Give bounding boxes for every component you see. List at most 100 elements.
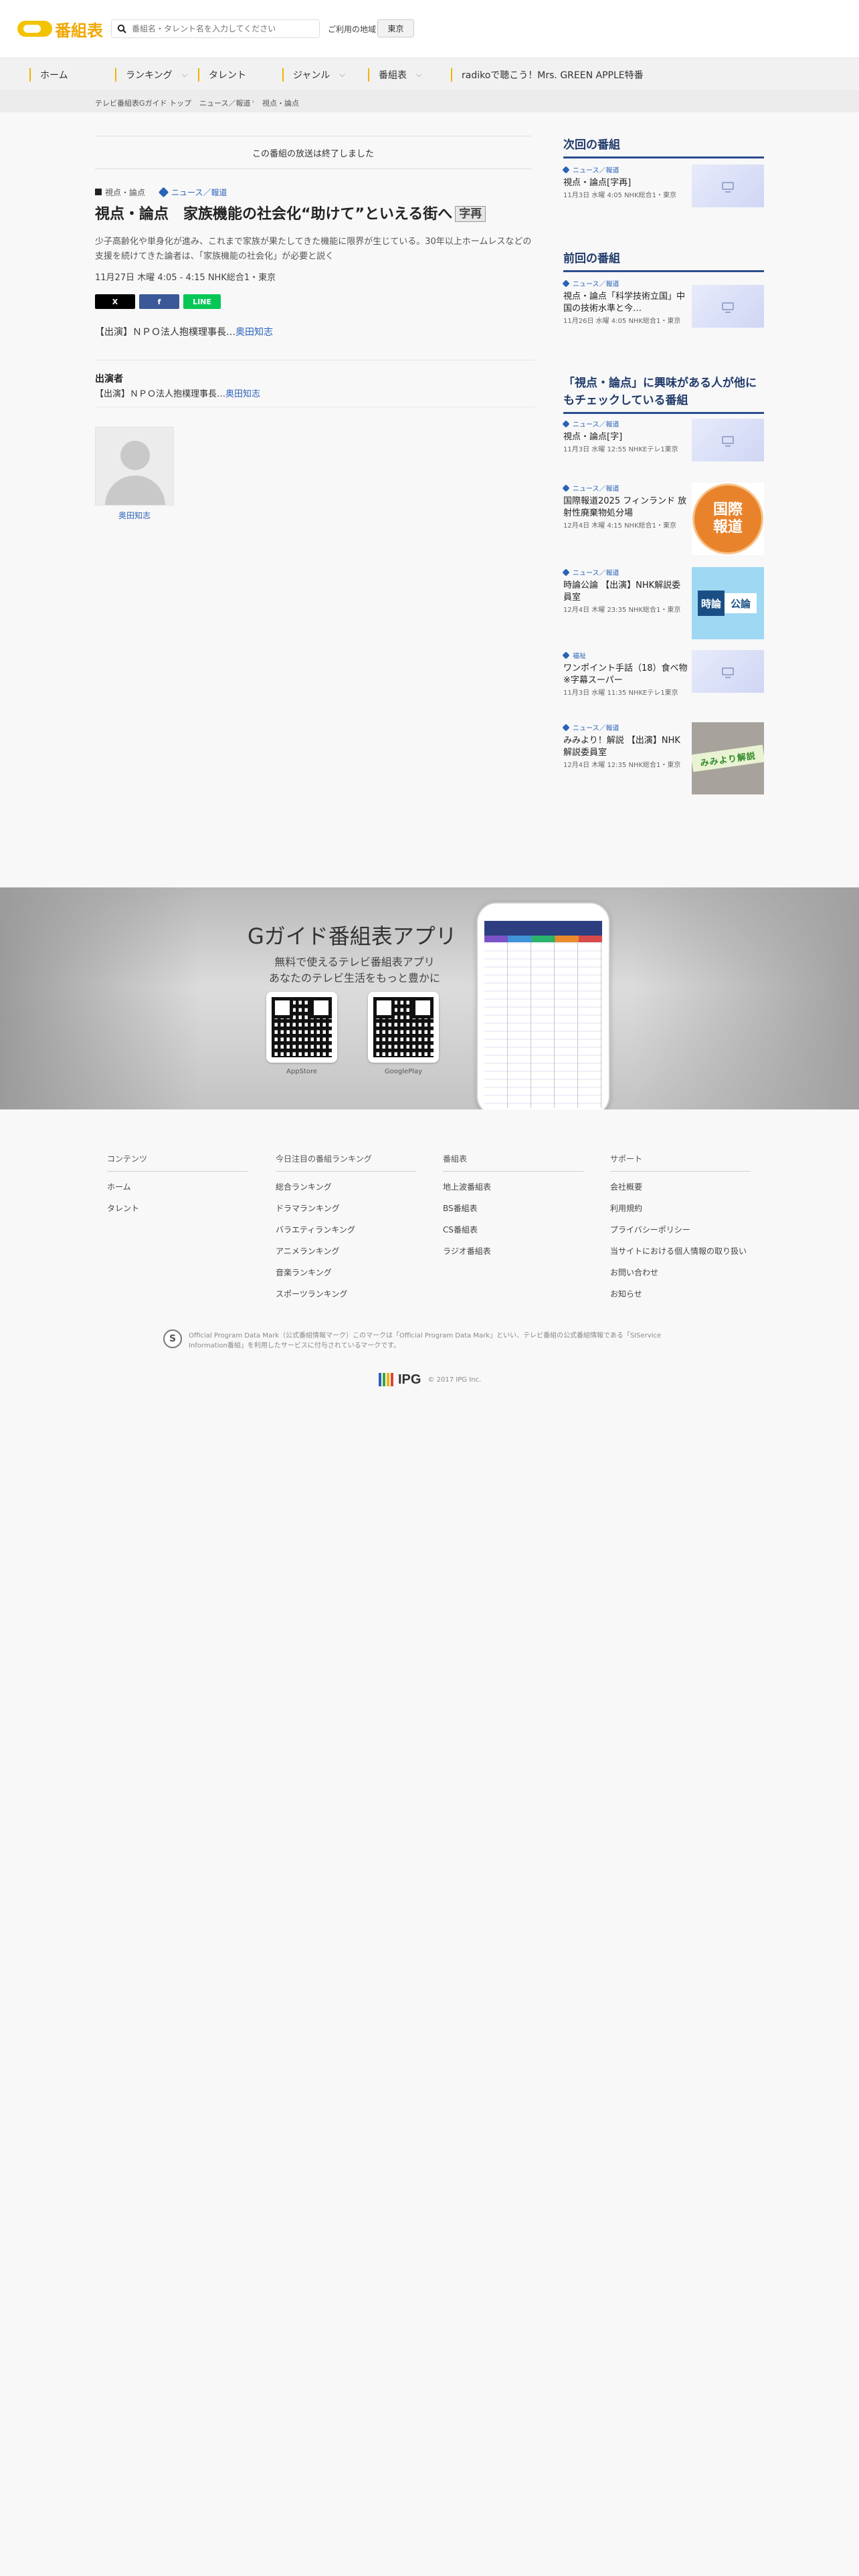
tag-icon [158, 187, 169, 197]
logo-line: 国際 [712, 502, 743, 518]
footer-link[interactable]: 地上波番組表 [443, 1182, 583, 1193]
banner-background [0, 887, 201, 1109]
nav-item-radiko[interactable]: radikoで聴こう！Mrs. GREEN APPLE特番 [451, 68, 644, 82]
related-program-card[interactable]: ニュース／報道 みみより！解説 【出演】NHK解説委員室 12月4日 木曜 12… [562, 722, 764, 794]
card-title: 視点・論点[字] [563, 432, 623, 442]
related-programs-heading: 「視点・論点」に興味がある人が他にもチェックしている番組 [563, 374, 764, 414]
site-header: 番組表 ご利用の地域 東京 [0, 0, 859, 58]
talent-card[interactable]: 奥田知志 [95, 427, 174, 521]
share-facebook-button[interactable]: f [139, 294, 179, 309]
share-line-button[interactable]: LINE [183, 294, 221, 309]
nav-item-ranking[interactable]: ランキング ⌵ [115, 68, 187, 82]
program-thumbnail [692, 650, 764, 693]
genre-label: ニュース／報道 [573, 421, 619, 429]
avatar-head-icon [120, 441, 150, 470]
genre-label: 福祉 [573, 653, 586, 660]
tag-icon [562, 279, 570, 288]
card-title: 視点・論点[字再] [563, 178, 632, 188]
footer-column-ranking: 今日注目の番組ランキング 総合ランキング ドラマランキング バラエティランキング… [276, 1153, 416, 1300]
broadcast-ended-notice: この番組の放送は終了しました [95, 136, 531, 169]
card-meta: 12月4日 木曜 23:35 NHK総合1・東京 [563, 607, 681, 614]
search-input[interactable] [132, 24, 306, 33]
app-promo-subtitle: 無料で使えるテレビ番組表アプリ あなたのテレビ生活をもっと豊かに [269, 954, 440, 986]
footer-column-contents: コンテンツ ホーム タレント [107, 1153, 248, 1214]
footer-link[interactable]: お知らせ [610, 1289, 751, 1300]
footer-heading: 番組表 [443, 1153, 583, 1172]
series-link[interactable]: 視点・論点 [105, 187, 145, 198]
tag-icon [562, 419, 570, 428]
g-logo-icon [17, 21, 52, 37]
footer-link[interactable]: スポーツランキング [276, 1289, 416, 1300]
cast-name-link[interactable]: 奥田知志 [235, 327, 273, 338]
nav-item-genre[interactable]: ジャンル ⌵ [282, 68, 345, 82]
footer-link[interactable]: 音楽ランキング [276, 1267, 416, 1279]
prev-program-card[interactable]: ニュース／報道 視点・論点「科学技術立国」中国の技術水準と今… 11月26日 水… [562, 278, 764, 328]
tv-icon [722, 302, 734, 313]
app-promo-banner: Gガイド番組表アプリ 無料で使えるテレビ番組表アプリ あなたのテレビ生活をもっと豊… [0, 887, 859, 1109]
search-box[interactable] [111, 19, 320, 38]
qr-label: AppStore [286, 1068, 317, 1075]
next-program-heading: 次回の番組 [563, 136, 764, 158]
program-tags: 視点・論点 ニュース／報道 [95, 185, 227, 199]
googleplay-qr-code[interactable] [368, 992, 439, 1063]
page-title: 視点・論点 家族機能の社会化“助けて”といえる街へ 字再 [95, 204, 537, 225]
appstore-qr-code[interactable] [266, 992, 337, 1063]
cast-summary: 【出演】ＮＰＯ法人抱樸理事長…奥田知志 [95, 325, 273, 338]
footer-link[interactable]: プライバシーポリシー [610, 1224, 751, 1236]
breadcrumb-item-top[interactable]: テレビ番組表Gガイド トップ [95, 98, 191, 108]
miyori-kaisetsu-logo: みみより解説 [692, 744, 764, 772]
related-program-card[interactable]: 福祉 ワンポイント手話（18）食べ物 ※字幕スーパー 11月3日 水曜 11:3… [562, 650, 764, 704]
footer-link[interactable]: お問い合わせ [610, 1267, 751, 1279]
program-thumbnail [692, 285, 764, 328]
footer-link[interactable]: 総合ランキング [276, 1182, 416, 1193]
nav-item-schedule[interactable]: 番組表 ⌵ [368, 68, 421, 82]
logo-bar [391, 1373, 393, 1386]
logo-bar [383, 1373, 385, 1386]
breadcrumb: テレビ番組表Gガイド トップ › ニュース／報道 › 視点・論点 [0, 91, 859, 112]
footer-link[interactable]: 会社概要 [610, 1182, 751, 1193]
footer-link[interactable]: ラジオ番組表 [443, 1246, 583, 1257]
footer-link[interactable]: アニメランキング [276, 1246, 416, 1257]
program-thumbnail: みみより解説 [692, 722, 764, 794]
logo-bar [379, 1373, 381, 1386]
global-nav: ホーム ランキング ⌵ タレント ジャンル ⌵ 番組表 ⌵ radikoで聴こう！Mr… [0, 58, 859, 91]
footer-link[interactable]: タレント [107, 1203, 248, 1214]
phone-screen [484, 921, 602, 1108]
related-program-card[interactable]: ニュース／報道 視点・論点[字] 11月3日 水曜 12:55 NHKEテレ1東… [562, 419, 764, 465]
breadcrumb-item-genre[interactable]: ニュース／報道 [199, 98, 250, 108]
footer-link[interactable]: 当サイトにおける個人情報の取り扱い [610, 1246, 751, 1257]
x-logo-icon: X [112, 297, 118, 306]
nav-label: 番組表 [379, 70, 407, 81]
banner-background [632, 887, 859, 1109]
qr-code-icon [373, 997, 434, 1057]
logo-part: 時論 [698, 591, 725, 616]
ipg-brand: IPG © 2017 IPG Inc. [379, 1372, 481, 1387]
footer-link[interactable]: BS番組表 [443, 1203, 583, 1214]
site-logo[interactable]: 番組表 [17, 20, 103, 40]
related-program-card[interactable]: ニュース／報道 時論公論 【出演】NHK解説委員室 12月4日 木曜 23:35… [562, 567, 764, 639]
tv-icon [722, 182, 734, 193]
subtitle-line: 無料で使えるテレビ番組表アプリ [274, 956, 435, 968]
program-title-text: 視点・論点 家族機能の社会化“助けて”といえる街へ [95, 206, 453, 223]
region-button[interactable]: 東京 [377, 19, 414, 37]
footer-link[interactable]: ホーム [107, 1182, 248, 1193]
card-meta: 12月4日 木曜 4:15 NHK総合1・東京 [563, 522, 676, 530]
footer-link[interactable]: バラエティランキング [276, 1224, 416, 1236]
cast-section-line: 【出演】ＮＰＯ法人抱樸理事長…奥田知志 [95, 387, 260, 399]
share-x-button[interactable]: X [95, 294, 135, 309]
footer-link[interactable]: CS番組表 [443, 1224, 583, 1236]
footer-link[interactable]: ドラマランキング [276, 1203, 416, 1214]
genre-label: ニュース／報道 [573, 281, 619, 288]
next-program-card[interactable]: ニュース／報道 視点・論点[字再] 11月3日 水曜 4:05 NHK総合1・東… [562, 165, 764, 211]
genre-tag[interactable]: ニュース／報道 [158, 187, 227, 198]
related-program-card[interactable]: ニュース／報道 国際報道2025 フィンランド 放射性廃棄物処分場 12月4日 … [562, 483, 764, 556]
tag-icon [562, 165, 570, 174]
chevron-right-icon: › [187, 97, 191, 106]
cast-section-name-link[interactable]: 奥田知志 [225, 389, 260, 399]
card-meta: 11月26日 水曜 4:05 NHK総合1・東京 [563, 318, 681, 325]
nav-label: radikoで聴こう！Mrs. GREEN APPLE特番 [462, 70, 644, 81]
footer-link[interactable]: 利用規約 [610, 1203, 751, 1214]
nav-item-home[interactable]: ホーム [29, 68, 68, 82]
nav-item-talent[interactable]: タレント [198, 68, 246, 82]
avatar-body-icon [105, 475, 165, 505]
